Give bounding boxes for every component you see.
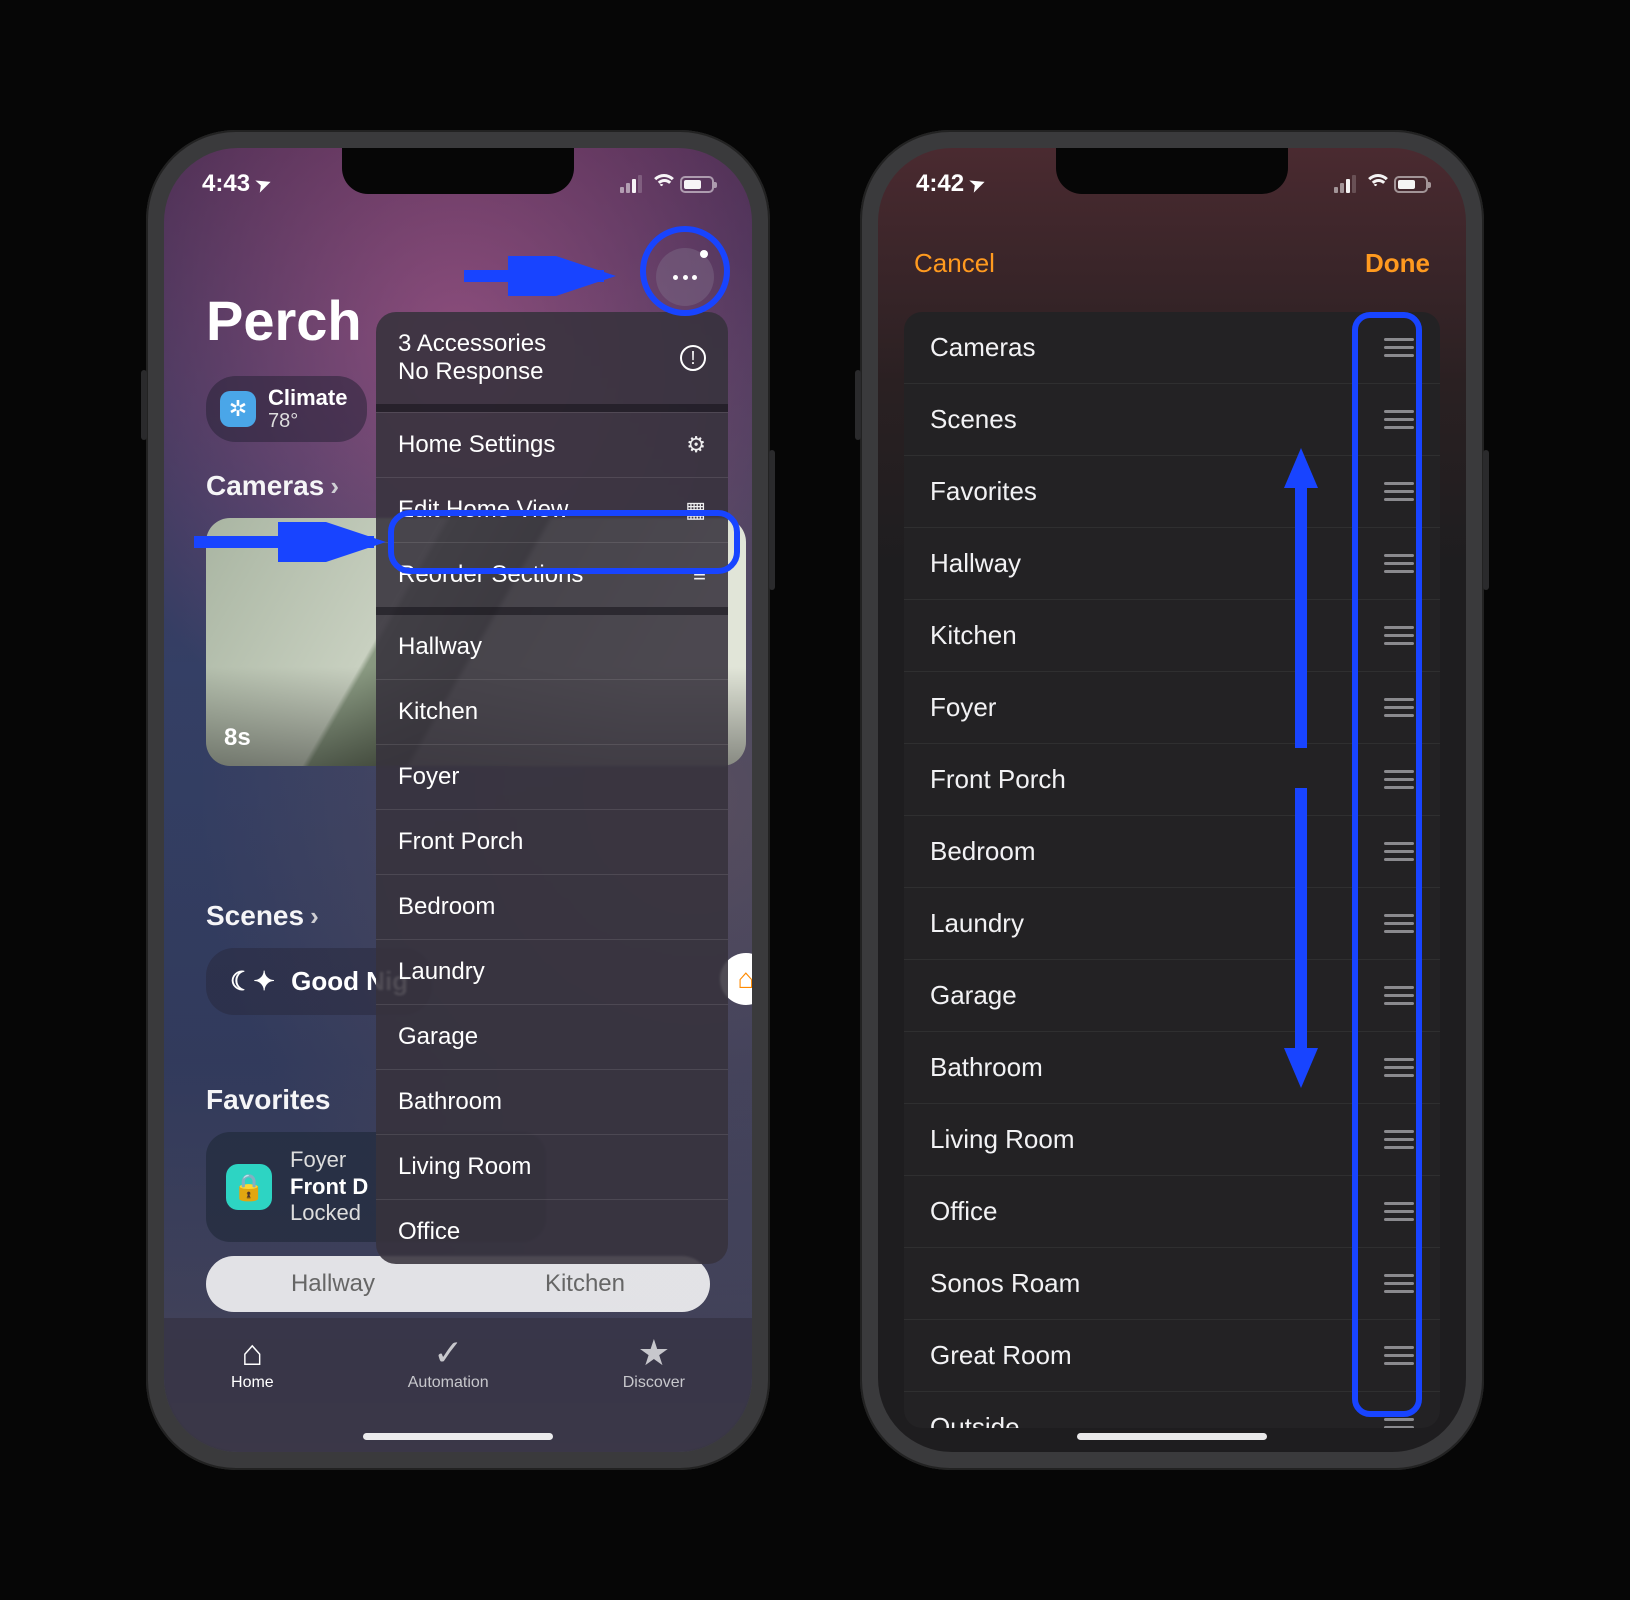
- reorder-row-label: Sonos Roam: [930, 1268, 1080, 1299]
- menu-room-item[interactable]: Garage: [376, 1004, 728, 1069]
- annotation-circle: [640, 226, 730, 316]
- reorder-row-label: Laundry: [930, 908, 1024, 939]
- menu-room-item[interactable]: Foyer: [376, 744, 728, 809]
- moon-icon: ☾✦: [230, 966, 275, 997]
- section-favorites-header[interactable]: Favorites: [206, 1084, 331, 1116]
- battery-icon: [1394, 176, 1428, 193]
- fan-icon: ✲: [220, 391, 256, 427]
- context-menu: 3 Accessories No Response ! Home Setting…: [376, 312, 728, 1264]
- section-scenes-header[interactable]: Scenes ›: [206, 900, 319, 932]
- reorder-row-label: Front Porch: [930, 764, 1066, 795]
- drag-handle-icon[interactable]: [1384, 1418, 1414, 1428]
- menu-status-row[interactable]: 3 Accessories No Response !: [376, 312, 728, 412]
- location-services-icon: ➤: [253, 172, 274, 197]
- house-icon: ⌂: [231, 1332, 274, 1374]
- reorder-row-label: Foyer: [930, 692, 996, 723]
- cell-signal-icon: [1334, 175, 1356, 193]
- annotation-arrow-reorder: [194, 522, 394, 562]
- section-cameras-header[interactable]: Cameras ›: [206, 470, 339, 502]
- chevron-right-icon: ›: [330, 471, 339, 502]
- menu-room-item[interactable]: Living Room: [376, 1134, 728, 1199]
- camera-timestamp: 8s: [224, 724, 251, 752]
- warning-icon: !: [680, 345, 706, 371]
- cell-signal-icon: [620, 175, 642, 193]
- home-indicator[interactable]: [1077, 1433, 1267, 1440]
- status-time-group: 4:43 ➤: [202, 170, 271, 198]
- fav-room: Foyer: [290, 1147, 346, 1172]
- reorder-row-label: Garage: [930, 980, 1017, 1011]
- done-button[interactable]: Done: [1365, 248, 1430, 279]
- screen-right: 4:42 ➤ Cancel Done Cameras Scenes Favorite…: [878, 148, 1466, 1452]
- reorder-nav: Cancel Done: [878, 248, 1466, 279]
- status-time: 4:43: [202, 170, 250, 198]
- reorder-row-label: Favorites: [930, 476, 1037, 507]
- room-chips-row[interactable]: Hallway Kitchen: [206, 1256, 710, 1312]
- reorder-row-label: Scenes: [930, 404, 1017, 435]
- reorder-row-label: Outside: [930, 1412, 1020, 1428]
- reorder-row-label: Cameras: [930, 332, 1035, 363]
- fav-status: Locked: [290, 1200, 361, 1225]
- location-services-icon: ➤: [967, 172, 988, 197]
- menu-home-settings[interactable]: Home Settings ⚙: [376, 412, 728, 477]
- screen-left: 4:43 ➤ Perch ✲ Climate 78° Cameras ›: [164, 148, 752, 1452]
- reorder-row-label: Bedroom: [930, 836, 1036, 867]
- battery-icon: [680, 176, 714, 193]
- gear-icon: ⚙: [686, 432, 706, 458]
- phone-right: 4:42 ➤ Cancel Done Cameras Scenes Favorite…: [860, 130, 1484, 1470]
- menu-room-item[interactable]: Laundry: [376, 939, 728, 1004]
- annotation-highlight-reorder: [388, 510, 740, 574]
- annotation-arrow-updown: [1276, 448, 1326, 1088]
- status-time: 4:42: [916, 170, 964, 198]
- home-indicator[interactable]: [363, 1433, 553, 1440]
- annotation-highlight-drag-handles: [1352, 312, 1422, 1417]
- climate-chip[interactable]: ✲ Climate 78°: [206, 376, 367, 442]
- reorder-row-label: Kitchen: [930, 620, 1017, 651]
- tab-home[interactable]: ⌂ Home: [231, 1332, 274, 1392]
- reorder-row-label: Hallway: [930, 548, 1021, 579]
- chevron-right-icon: ›: [310, 901, 319, 932]
- tab-bar: ⌂ Home ✓ Automation ★ Discover: [164, 1318, 752, 1452]
- room-chip[interactable]: Hallway: [291, 1270, 375, 1298]
- tab-automation[interactable]: ✓ Automation: [408, 1332, 489, 1392]
- menu-room-item[interactable]: Hallway: [376, 615, 728, 679]
- fav-name: Front D: [290, 1174, 368, 1199]
- star-icon: ★: [623, 1332, 685, 1374]
- reorder-row-label: Bathroom: [930, 1052, 1043, 1083]
- phone-left: 4:43 ➤ Perch ✲ Climate 78° Cameras ›: [146, 130, 770, 1470]
- reorder-row-label: Great Room: [930, 1340, 1072, 1371]
- reorder-row-label: Office: [930, 1196, 997, 1227]
- chip-value: 78°: [268, 410, 347, 432]
- reorder-row-label: Living Room: [930, 1124, 1075, 1155]
- lock-icon: 🔒: [226, 1164, 272, 1210]
- menu-room-item[interactable]: Bathroom: [376, 1069, 728, 1134]
- tab-discover[interactable]: ★ Discover: [623, 1332, 685, 1392]
- menu-room-item[interactable]: Office: [376, 1199, 728, 1264]
- clock-icon: ✓: [408, 1332, 489, 1374]
- annotation-arrow-top: [464, 256, 624, 296]
- cancel-button[interactable]: Cancel: [914, 248, 995, 279]
- home-title: Perch: [206, 288, 362, 353]
- wifi-icon: [1364, 176, 1386, 192]
- notch: [342, 148, 574, 194]
- room-chip[interactable]: Kitchen: [545, 1270, 625, 1298]
- menu-room-item[interactable]: Front Porch: [376, 809, 728, 874]
- menu-room-item[interactable]: Kitchen: [376, 679, 728, 744]
- notch: [1056, 148, 1288, 194]
- wifi-icon: [650, 176, 672, 192]
- menu-separator: [376, 607, 728, 615]
- chip-label: Climate: [268, 385, 347, 410]
- menu-room-item[interactable]: Bedroom: [376, 874, 728, 939]
